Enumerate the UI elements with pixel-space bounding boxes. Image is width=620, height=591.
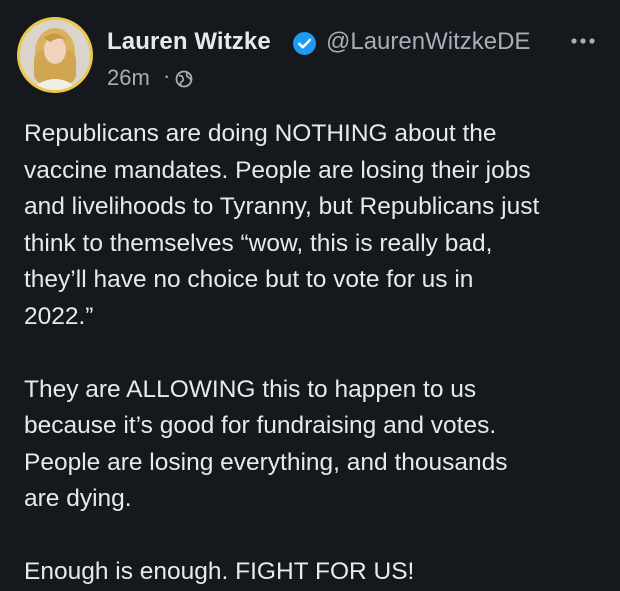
tweet-paragraph: Republicans are doing NOTHING about the … [24, 120, 540, 330]
avatar[interactable] [17, 17, 93, 93]
verified-badge-icon [293, 32, 316, 55]
tweet: Lauren Witzke @LaurenWitzkeDE 26m · Repu… [0, 0, 620, 585]
handle[interactable]: @LaurenWitzkeDE [326, 28, 530, 56]
timestamp[interactable]: 26m [107, 65, 150, 91]
display-name[interactable]: Lauren Witzke [107, 28, 271, 56]
tweet-paragraph: Enough is enough. FIGHT FOR US! [24, 558, 415, 585]
globe-icon [175, 70, 193, 88]
more-options-icon[interactable] [568, 31, 598, 51]
meta-separator: · [163, 63, 171, 88]
tweet-paragraph: They are ALLOWING this to happen to us b… [24, 375, 508, 513]
tweet-text: Republicans are doing NOTHING about the … [24, 116, 609, 591]
avatar-photo [20, 20, 90, 90]
